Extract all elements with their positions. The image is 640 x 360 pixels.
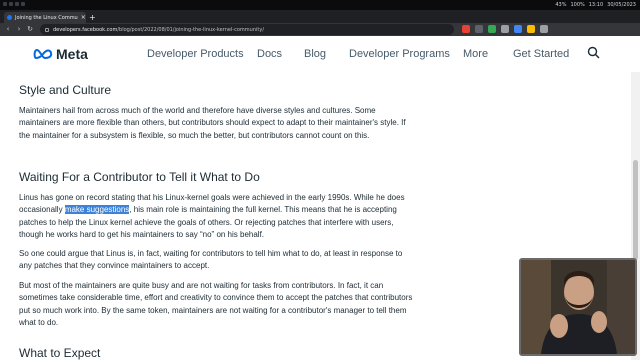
paragraph: Linus has gone on record stating that hi… <box>19 192 414 241</box>
meta-favicon-icon <box>7 15 12 20</box>
meta-infinity-icon <box>33 48 53 60</box>
paragraph: Maintainers hail from across much of the… <box>19 106 406 140</box>
workspace-dot[interactable] <box>21 2 25 6</box>
clock-time: 13:10 <box>588 2 604 8</box>
workspace-indicators[interactable] <box>3 2 25 6</box>
meta-logo-text: Meta <box>56 46 88 62</box>
paragraph: But most of the maintainers are quite bu… <box>19 281 413 327</box>
url-path: /blog/post/2022/08/01/joining-the-linux-… <box>117 26 265 33</box>
system-tray: 43% 100% 13:10 30/05/2023 <box>555 2 636 8</box>
nav-developer-products[interactable]: Developer Products <box>147 48 244 60</box>
clock-date: 30/05/2023 <box>607 2 636 8</box>
text-selection-highlight: make suggestions <box>64 205 130 215</box>
extensions-area <box>462 25 548 33</box>
address-bar[interactable]: developers.facebook.com/blog/post/2022/0… <box>40 24 454 35</box>
nav-more[interactable]: More <box>463 48 488 60</box>
heading-waiting-for-contributor: Waiting For a Contributor to Tell it Wha… <box>19 170 260 184</box>
browser-extension-icon[interactable] <box>475 25 483 33</box>
browser-extension-icon[interactable] <box>514 25 522 33</box>
workspace-dot[interactable] <box>9 2 13 6</box>
nav-blog[interactable]: Blog <box>304 48 326 60</box>
reload-button[interactable]: ↻ <box>26 25 34 33</box>
nav-docs[interactable]: Docs <box>257 48 282 60</box>
paragraph: So one could argue that Linus is, in fac… <box>19 249 403 271</box>
volume-status: 100% <box>570 2 585 8</box>
browser-extension-icon[interactable] <box>488 25 496 33</box>
back-button[interactable]: ‹ <box>4 25 12 33</box>
scrollbar-thumb[interactable] <box>633 160 638 260</box>
nav-developer-programs[interactable]: Developer Programs <box>349 48 450 60</box>
browser-extension-icon[interactable] <box>527 25 535 33</box>
workspace-dot[interactable] <box>3 2 7 6</box>
tab-title: Joining the Linux Commu <box>15 14 78 21</box>
browser-tab-strip: Joining the Linux Commu × + <box>0 10 640 23</box>
browser-toolbar: ‹ › ↻ developers.facebook.com/blog/post/… <box>0 23 640 36</box>
battery-status: 43% <box>555 2 567 8</box>
forward-button[interactable]: › <box>15 25 23 33</box>
webcam-video-icon <box>521 260 635 354</box>
webcam-overlay <box>519 258 637 356</box>
heading-style-and-culture: Style and Culture <box>19 83 112 97</box>
tab-close-icon[interactable]: × <box>81 14 86 21</box>
lock-icon <box>45 27 49 32</box>
nav-get-started[interactable]: Get Started <box>513 48 569 60</box>
heading-what-to-expect: What to Expect <box>19 346 101 360</box>
meta-logo[interactable]: Meta <box>33 46 88 62</box>
browser-extension-icon[interactable] <box>501 25 509 33</box>
new-tab-button[interactable]: + <box>89 13 96 22</box>
os-top-bar: 43% 100% 13:10 30/05/2023 <box>0 0 640 10</box>
browser-extension-icon[interactable] <box>540 25 548 33</box>
site-navigation: Meta Developer Products Docs Blog Develo… <box>0 36 640 72</box>
browser-tab[interactable]: Joining the Linux Commu × <box>4 12 86 23</box>
search-icon[interactable] <box>587 46 600 59</box>
url-host: developers.facebook.com <box>53 26 118 33</box>
workspace-dot[interactable] <box>15 2 19 6</box>
browser-extension-icon[interactable] <box>462 25 470 33</box>
